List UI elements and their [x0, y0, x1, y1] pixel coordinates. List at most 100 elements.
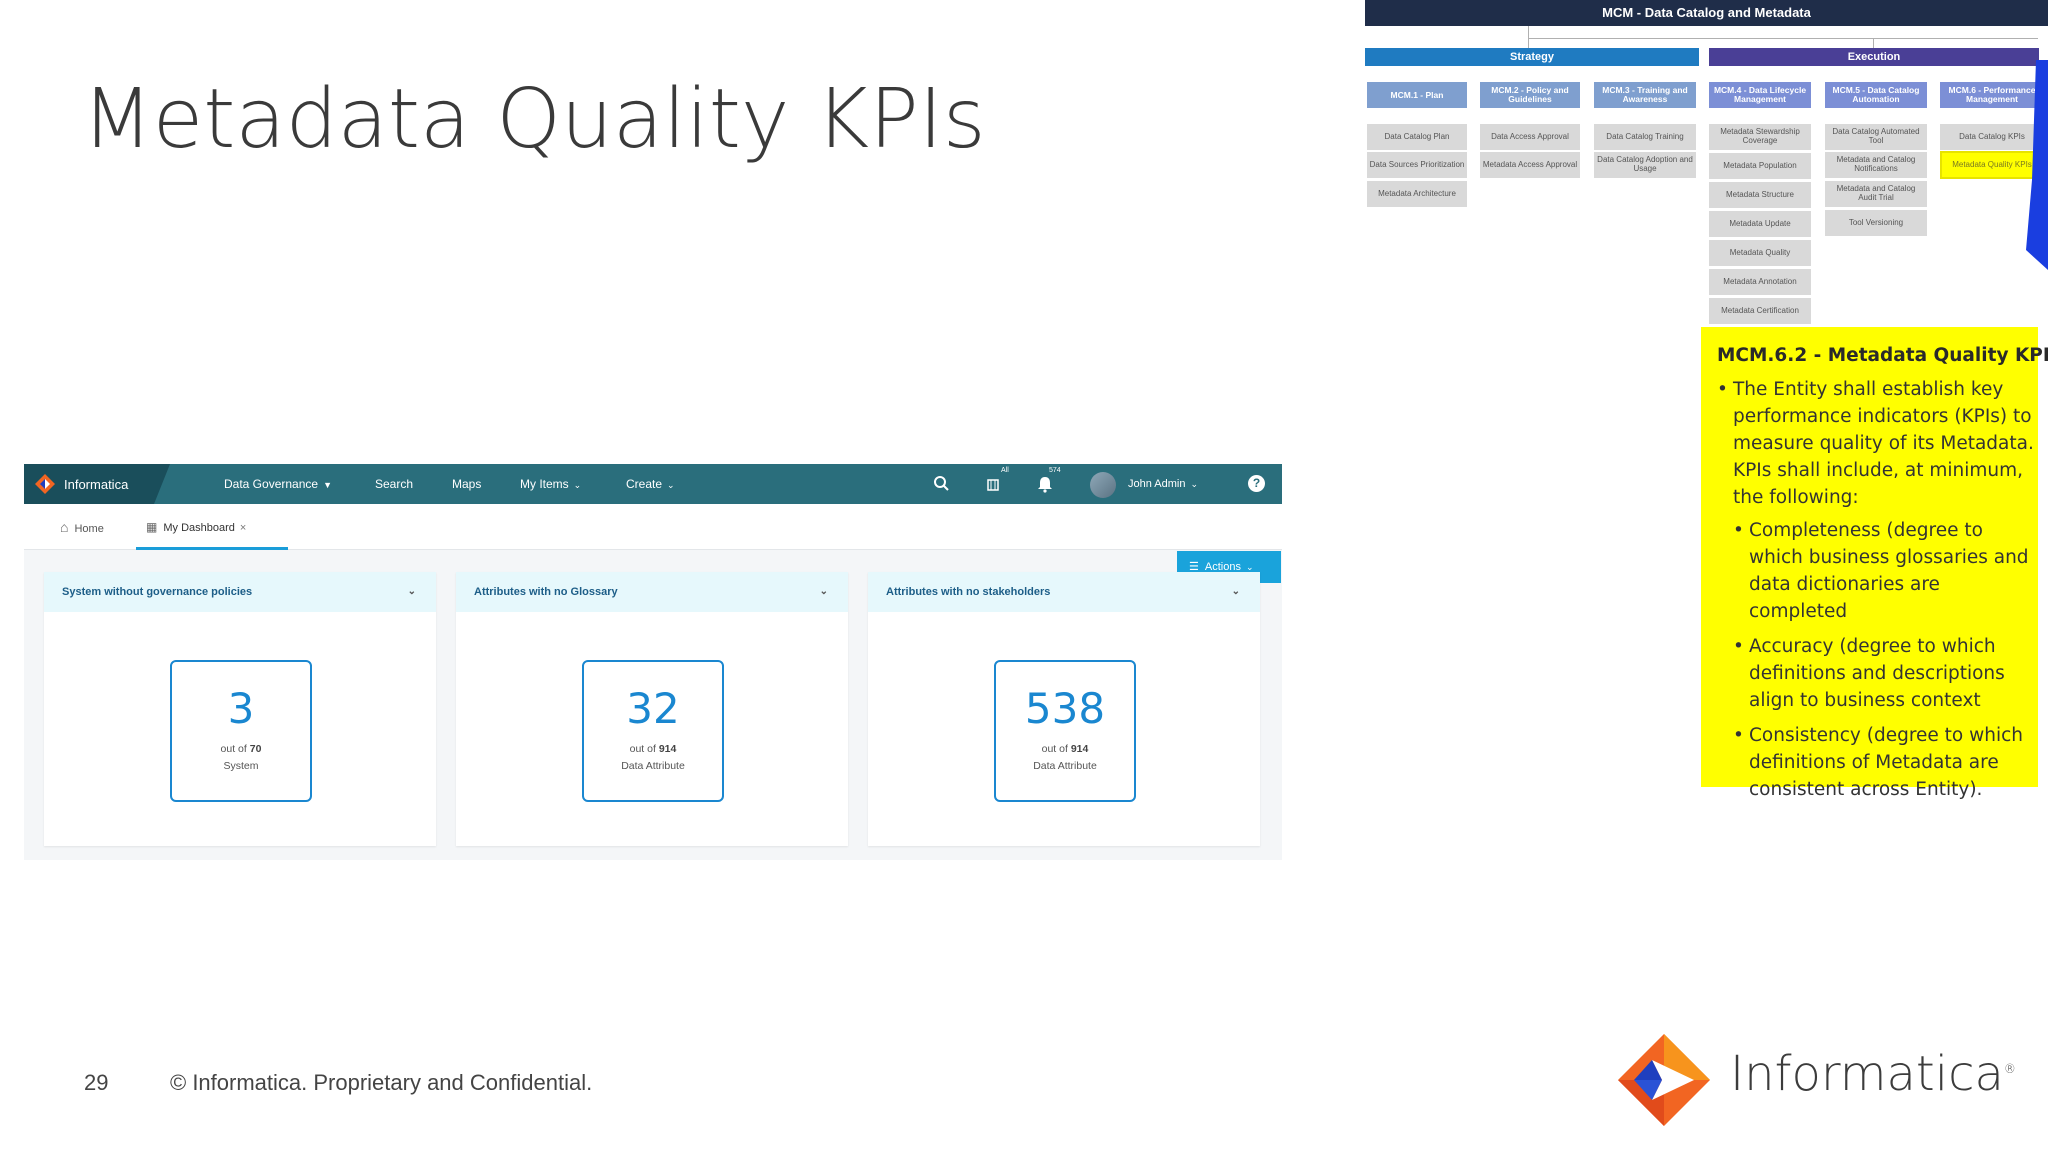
- search-icon[interactable]: [932, 474, 952, 494]
- close-icon[interactable]: ×: [240, 522, 246, 534]
- metric-subtext: out of 914 Data Attribute: [996, 741, 1134, 775]
- chevron-down-icon: ⌄: [1245, 562, 1254, 572]
- informatica-logo-icon: [35, 474, 55, 494]
- recent-icon[interactable]: [984, 474, 1004, 494]
- caret-down-icon: ▼: [323, 480, 332, 490]
- dashboard-card: Attributes with no stakeholders ⌄ 538 out…: [868, 572, 1260, 846]
- diagram-column-head: MCM.4 - Data Lifecycle Management: [1709, 82, 1811, 108]
- tab-home[interactable]: ⌂ Home: [60, 504, 104, 550]
- brand[interactable]: Informatica: [24, 464, 154, 504]
- nav-create[interactable]: Create ⌄: [626, 464, 675, 504]
- chevron-down-icon: ⌄: [1190, 479, 1199, 489]
- metric-tile[interactable]: 538 out of 914 Data Attribute: [994, 660, 1136, 802]
- diagram-item: Data Catalog Plan: [1367, 124, 1467, 150]
- nav-data-governance-label: Data Governance: [224, 477, 319, 491]
- diagram-column-head: MCM.1 - Plan: [1367, 82, 1467, 108]
- dashboard-card: Attributes with no Glossary ⌄ 32 out of 9…: [456, 572, 848, 846]
- card-header[interactable]: System without governance policies ⌄: [44, 572, 436, 612]
- card-title: Attributes with no Glossary: [474, 586, 618, 598]
- kpi-box-title: MCM.6.2 - Metadata Quality KPIs: [1717, 345, 2048, 366]
- brand-name: Informatica: [64, 476, 129, 492]
- diagram-item: Metadata and Catalog Audit Trial: [1825, 181, 1927, 207]
- nav-my-items[interactable]: My Items ⌄: [520, 464, 581, 504]
- metric-unit: Data Attribute: [1033, 760, 1097, 772]
- metric-prefix: out of: [220, 743, 247, 755]
- kpi-intro: The Entity shall establish key performan…: [1717, 376, 2038, 511]
- dashboard-card: System without governance policies ⌄ 3 ou…: [44, 572, 436, 846]
- diagram-item: Data Catalog Automated Tool: [1825, 124, 1927, 150]
- connector-line: [1873, 38, 1874, 48]
- metric-prefix: out of: [1041, 743, 1068, 755]
- diagram-title: MCM - Data Catalog and Metadata: [1365, 0, 2048, 26]
- connector-line: [1528, 38, 2038, 39]
- diagram-item: Data Sources Prioritization: [1367, 152, 1467, 178]
- metric-tile[interactable]: 32 out of 914 Data Attribute: [582, 660, 724, 802]
- chevron-down-icon[interactable]: ⌄: [820, 572, 828, 612]
- tab-bar: ⌂ Home ▦ My Dashboard × ☰ Actions ⌄: [24, 504, 1282, 583]
- diagram-item: Metadata Structure: [1709, 182, 1811, 208]
- nav-data-governance[interactable]: Data Governance ▼: [224, 464, 332, 504]
- page-number: 29: [84, 1070, 109, 1095]
- registered-mark: ®: [2003, 1062, 2016, 1076]
- home-icon: ⌂: [60, 519, 69, 535]
- notification-count-badge: 574: [1049, 467, 1061, 474]
- slide: Metadata Quality KPIs MCM - Data Catalog…: [0, 0, 2048, 1152]
- footer-brand: Informatica®: [1730, 1046, 2016, 1102]
- brand-divider: [154, 464, 170, 504]
- diagram-item: Data Catalog Training: [1594, 124, 1696, 150]
- diagram-item: Data Catalog Adoption and Usage: [1594, 152, 1696, 178]
- capability-diagram: MCM - Data Catalog and Metadata Strategy…: [1365, 0, 2048, 330]
- nav-maps[interactable]: Maps: [452, 464, 481, 504]
- kpi-bullet: Consistency (degree to which definitions…: [1717, 722, 2038, 803]
- group-execution: Execution: [1709, 48, 2039, 66]
- top-navbar: Informatica Data Governance ▼ Search Maps…: [24, 464, 1282, 504]
- tab-dashboard-label: My Dashboard: [163, 522, 235, 534]
- card-title: System without governance policies: [62, 586, 253, 598]
- diagram-item: Data Access Approval: [1480, 124, 1580, 150]
- all-badge: All: [1001, 467, 1009, 474]
- user-name: John Admin: [1128, 478, 1186, 490]
- metric-total: 70: [249, 743, 262, 755]
- chevron-down-icon: ⌄: [573, 480, 582, 490]
- metric-total: 914: [658, 743, 677, 755]
- footer-brand-name: Informatica: [1730, 1046, 2004, 1102]
- diagram-column-head: MCM.3 - Training and Awareness: [1594, 82, 1696, 108]
- slide-title: Metadata Quality KPIs: [82, 72, 986, 167]
- chevron-down-icon[interactable]: ⌄: [1232, 572, 1240, 612]
- bell-icon[interactable]: [1035, 474, 1055, 494]
- help-icon[interactable]: ?: [1248, 475, 1265, 492]
- metric-unit: Data Attribute: [621, 760, 685, 772]
- kpi-bullet: Completeness (degree to which business g…: [1717, 517, 2038, 625]
- metric-prefix: out of: [629, 743, 656, 755]
- diagram-column-head: MCM.2 - Policy and Guidelines: [1480, 82, 1580, 108]
- tab-my-dashboard[interactable]: ▦ My Dashboard ×: [136, 504, 288, 550]
- user-menu[interactable]: John Admin ⌄: [1128, 464, 1198, 504]
- kpi-bullet: Accuracy (degree to which definitions an…: [1717, 633, 2038, 714]
- diagram-item: Metadata Update: [1709, 211, 1811, 237]
- metric-value: 538: [1024, 684, 1106, 733]
- card-header[interactable]: Attributes with no Glossary ⌄: [456, 572, 848, 612]
- card-title: Attributes with no stakeholders: [886, 586, 1051, 598]
- avatar[interactable]: [1090, 472, 1116, 498]
- diagram-item: Metadata Stewardship Coverage: [1709, 124, 1811, 150]
- metric-total: 914: [1070, 743, 1089, 755]
- informatica-logo-icon: [1618, 1034, 1710, 1126]
- metric-value: 3: [227, 684, 255, 733]
- diagram-item: Metadata and Catalog Notifications: [1825, 152, 1927, 178]
- card-header[interactable]: Attributes with no stakeholders ⌄: [868, 572, 1260, 612]
- diagram-item: Metadata Quality: [1709, 240, 1811, 266]
- diagram-column-head: MCM.5 - Data Catalog Automation: [1825, 82, 1927, 108]
- diagram-item: Tool Versioning: [1825, 210, 1927, 236]
- diagram-item: Metadata Population: [1709, 153, 1811, 179]
- kpi-description-box: MCM.6.2 - Metadata Quality KPIs The Enti…: [1701, 327, 2048, 800]
- diagram-item: Metadata Architecture: [1367, 181, 1467, 207]
- nav-create-label: Create: [626, 477, 663, 491]
- metric-unit: System: [223, 760, 259, 772]
- metric-tile[interactable]: 3 out of 70 System: [170, 660, 312, 802]
- chevron-down-icon[interactable]: ⌄: [408, 572, 416, 612]
- app-screenshot: Informatica Data Governance ▼ Search Maps…: [24, 464, 1282, 860]
- nav-search[interactable]: Search: [375, 464, 413, 504]
- group-strategy: Strategy: [1365, 48, 1699, 66]
- diagram-item: Metadata Annotation: [1709, 269, 1811, 295]
- tab-home-label: Home: [74, 523, 104, 535]
